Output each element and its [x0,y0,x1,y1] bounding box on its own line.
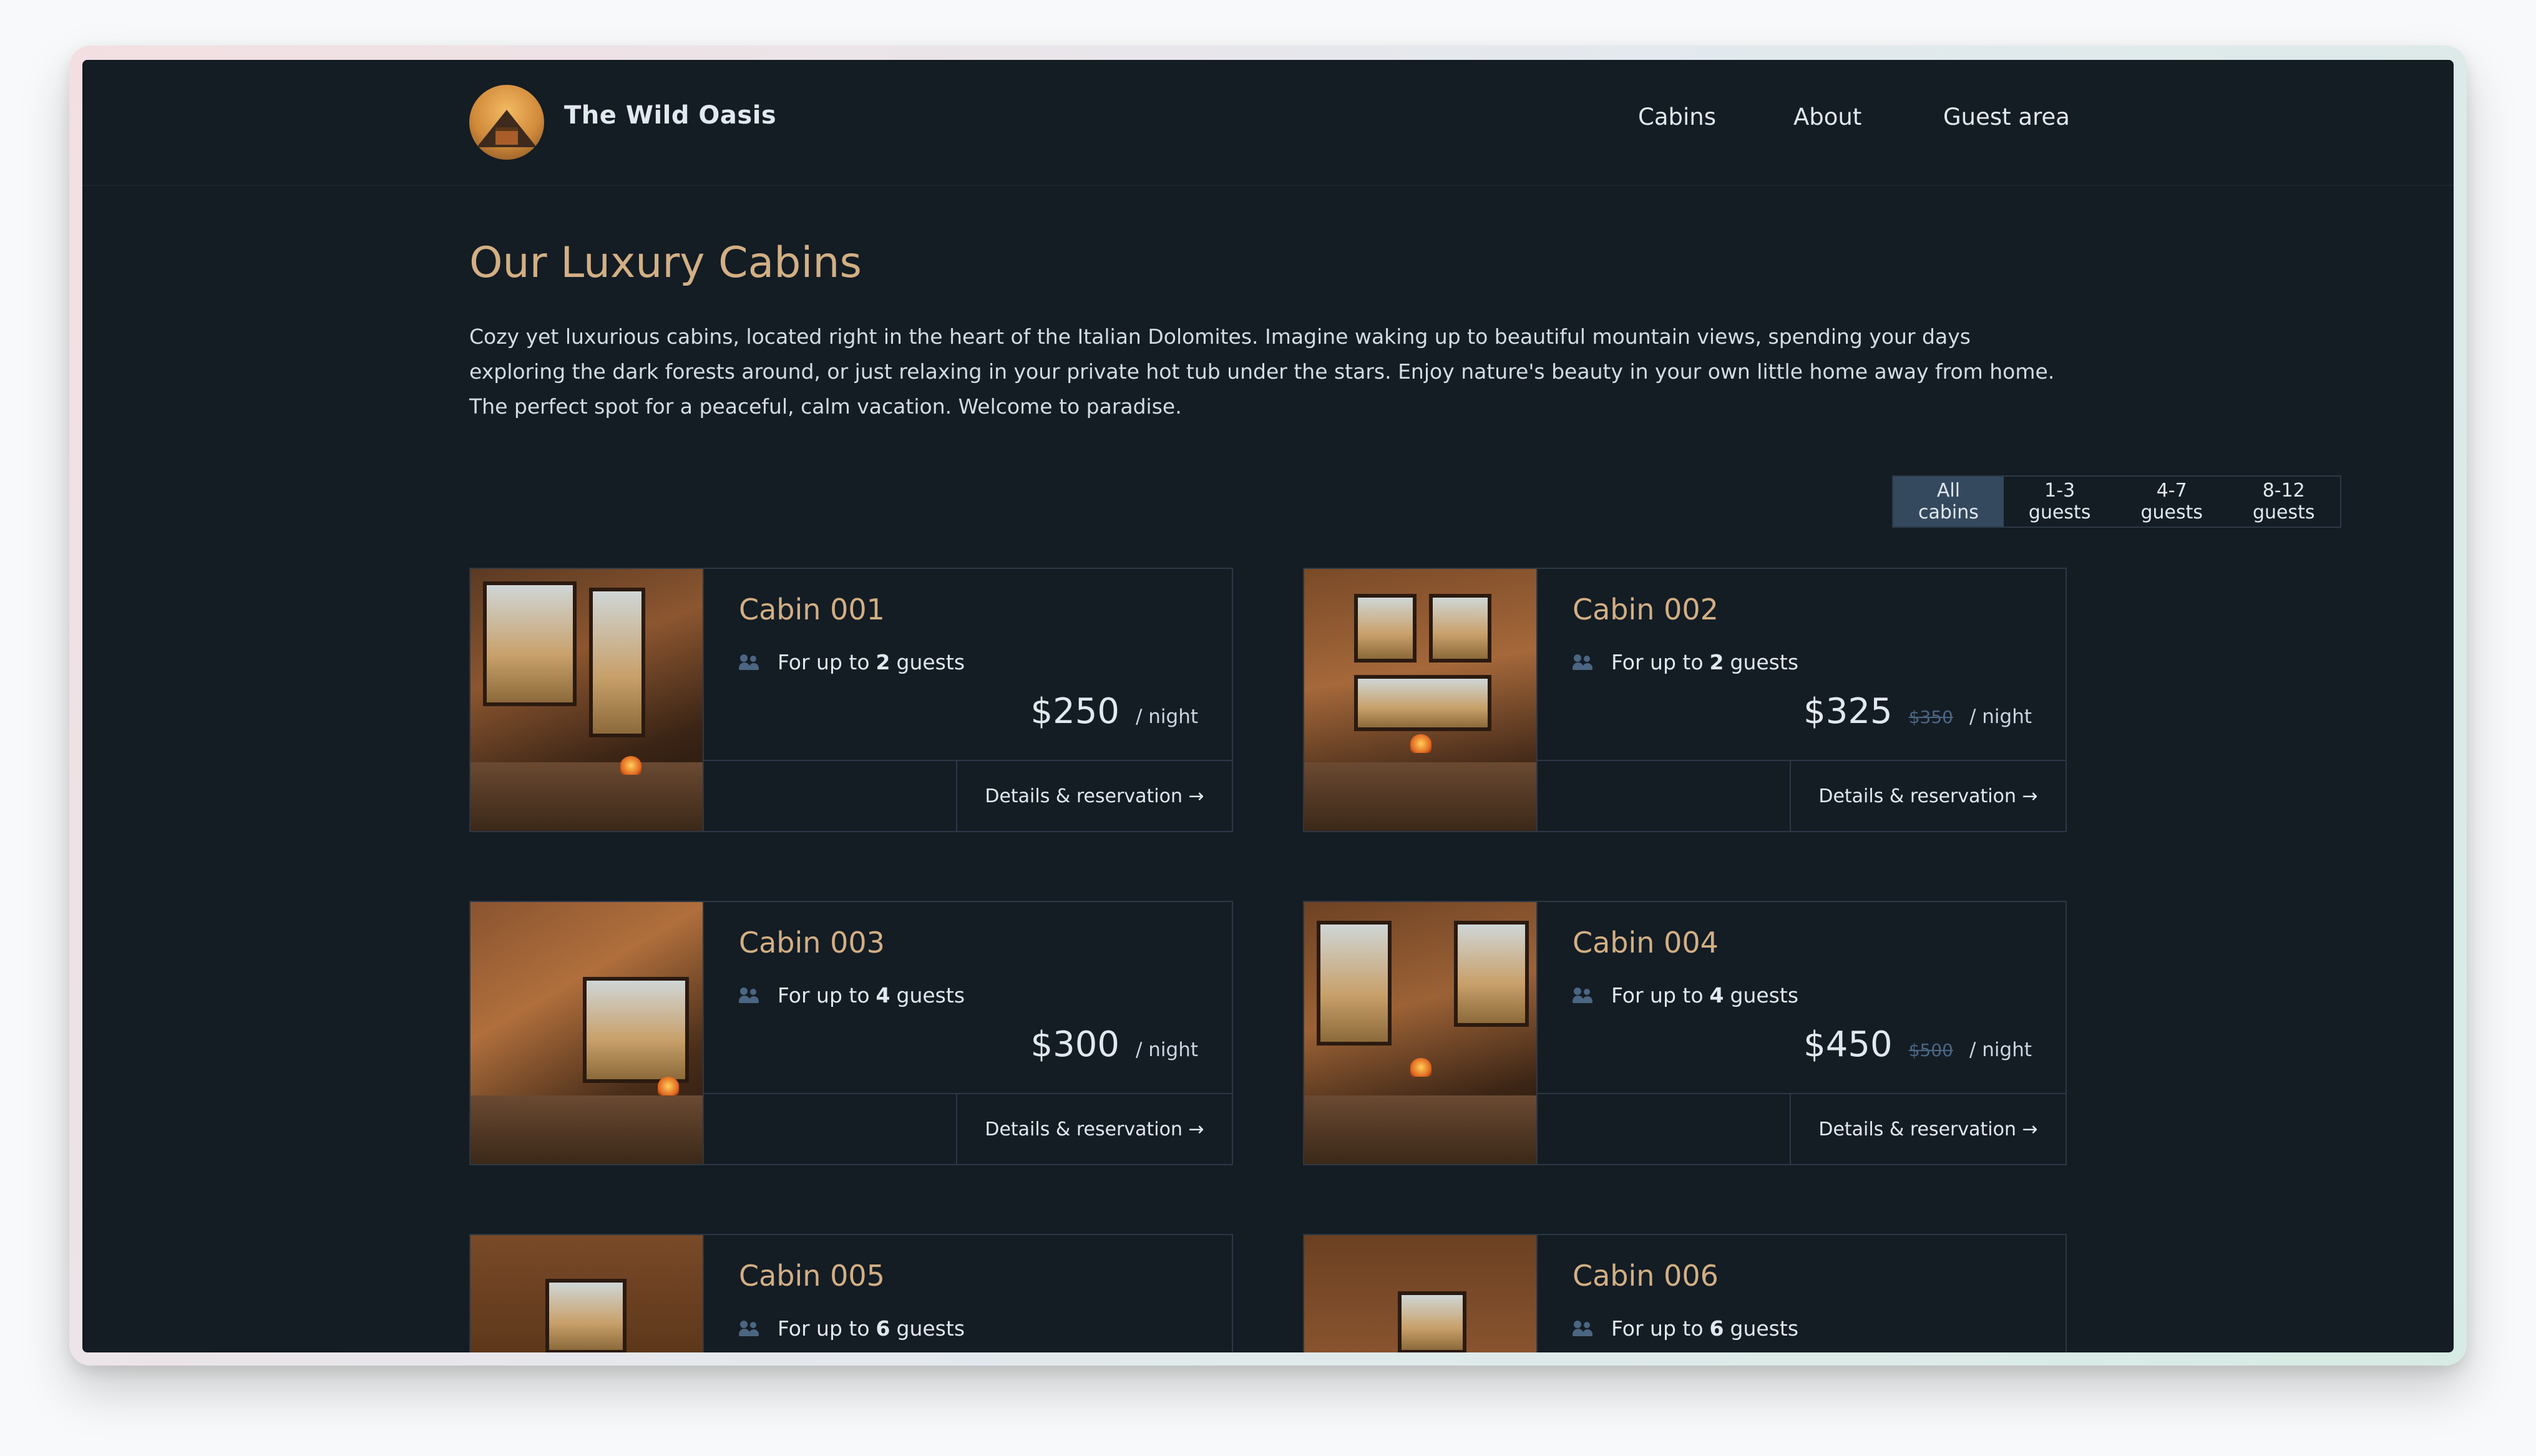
capacity-prefix: For up to [1611,1316,1704,1341]
users-icon [1573,986,1594,1005]
capacity-filter: All cabins 1-3 guests 4-7 guests 8-12 gu… [1892,475,2341,528]
details-reservation-button[interactable]: Details & reservation → [1790,1094,2065,1164]
cabin-name: Cabin 004 [1573,926,1719,959]
capacity-prefix: For up to [1611,650,1704,674]
cabin-image [1304,569,1538,831]
page-title: Our Luxury Cabins [469,238,862,288]
cabin-card: Cabin 002 For up to 2 guests $325 $350 / n… [1303,568,2067,832]
users-icon [739,653,760,672]
capacity-suffix: guests [896,1316,965,1341]
cabin-capacity: For up to 2 guests [1573,650,1798,674]
capacity-number: 6 [1709,1316,1724,1341]
cabin-name: Cabin 006 [1573,1259,1719,1293]
capacity-suffix: guests [1730,983,1799,1007]
users-icon [1573,653,1594,672]
details-reservation-button[interactable]: Details & reservation → [956,761,1232,831]
cabin-image [1304,1235,1538,1352]
cabin-image [1304,902,1538,1164]
capacity-prefix: For up to [778,1316,870,1341]
cabin-image [471,1235,704,1352]
cabin-card: Cabin 006 For up to 6 guests [1303,1234,2067,1352]
capacity-suffix: guests [896,650,965,674]
cabin-card: Cabin 005 For up to 6 guests [469,1234,1233,1352]
cabin-capacity: For up to 6 guests [739,1316,965,1341]
filter-4-7-guests[interactable]: 4-7 guests [2115,477,2228,527]
per-night-label: / night [1969,706,2032,728]
per-night-label: / night [1969,1039,2032,1061]
cabin-price: $450 [1803,1024,1893,1065]
cabin-image [471,902,704,1164]
cabin-price: $250 [1030,691,1119,732]
cabin-original-price: $500 [1908,1040,1953,1060]
cabin-capacity: For up to 2 guests [739,650,965,674]
capacity-number: 4 [1709,983,1724,1007]
browser-viewport: The Wild Oasis Cabins About Guest area O… [82,60,2454,1352]
cabin-price-row: $325 $350 / night [1803,691,2032,732]
site-header: The Wild Oasis Cabins About Guest area [82,60,2454,186]
cabin-price-row: $300 / night [1030,1024,1198,1065]
cabin-capacity: For up to 6 guests [1573,1316,1798,1341]
filter-8-12-guests[interactable]: 8-12 guests [2228,477,2340,527]
cabin-price: $300 [1030,1024,1119,1065]
capacity-prefix: For up to [778,650,870,674]
capacity-prefix: For up to [778,983,870,1007]
per-night-label: / night [1135,706,1198,728]
capacity-number: 2 [1709,650,1724,674]
cabin-card: Cabin 001 For up to 2 guests $250 / night … [469,568,1233,832]
cabin-name: Cabin 002 [1573,593,1719,626]
filter-1-3-guests[interactable]: 1-3 guests [2004,477,2116,527]
cabin-price-row: $450 $500 / night [1803,1024,2032,1065]
cabin-card: Cabin 004 For up to 4 guests $450 $500 / n… [1303,901,2067,1165]
brand-name[interactable]: The Wild Oasis [564,101,776,130]
cabin-original-price: $350 [1908,707,1953,727]
cabin-card: Cabin 003 For up to 4 guests $300 / night … [469,901,1233,1165]
page-intro: Cozy yet luxurious cabins, located right… [469,324,2055,419]
cabin-name: Cabin 005 [739,1259,885,1293]
capacity-number: 6 [875,1316,890,1341]
users-icon [1573,1319,1594,1338]
capacity-prefix: For up to [1611,983,1704,1007]
logo-icon[interactable] [469,85,544,160]
cabin-capacity: For up to 4 guests [1573,983,1798,1007]
capacity-number: 4 [875,983,890,1007]
details-reservation-button[interactable]: Details & reservation → [1790,761,2065,831]
nav-link-cabins[interactable]: Cabins [1638,104,1716,130]
capacity-suffix: guests [1730,1316,1799,1341]
cabin-capacity: For up to 4 guests [739,983,965,1007]
capacity-suffix: guests [1730,650,1799,674]
cabin-image [471,569,704,831]
per-night-label: / night [1135,1039,1198,1061]
cabin-name: Cabin 003 [739,926,885,959]
cabin-price: $325 [1803,691,1893,732]
users-icon [739,986,760,1005]
nav-link-about[interactable]: About [1793,104,1861,130]
filter-all-cabins[interactable]: All cabins [1893,477,2004,527]
nav-link-guest-area[interactable]: Guest area [1943,104,2070,130]
users-icon [739,1319,760,1338]
capacity-number: 2 [875,650,890,674]
cabin-name: Cabin 001 [739,593,885,626]
details-reservation-button[interactable]: Details & reservation → [956,1094,1232,1164]
cabin-price-row: $250 / night [1030,691,1198,732]
capacity-suffix: guests [896,983,965,1007]
